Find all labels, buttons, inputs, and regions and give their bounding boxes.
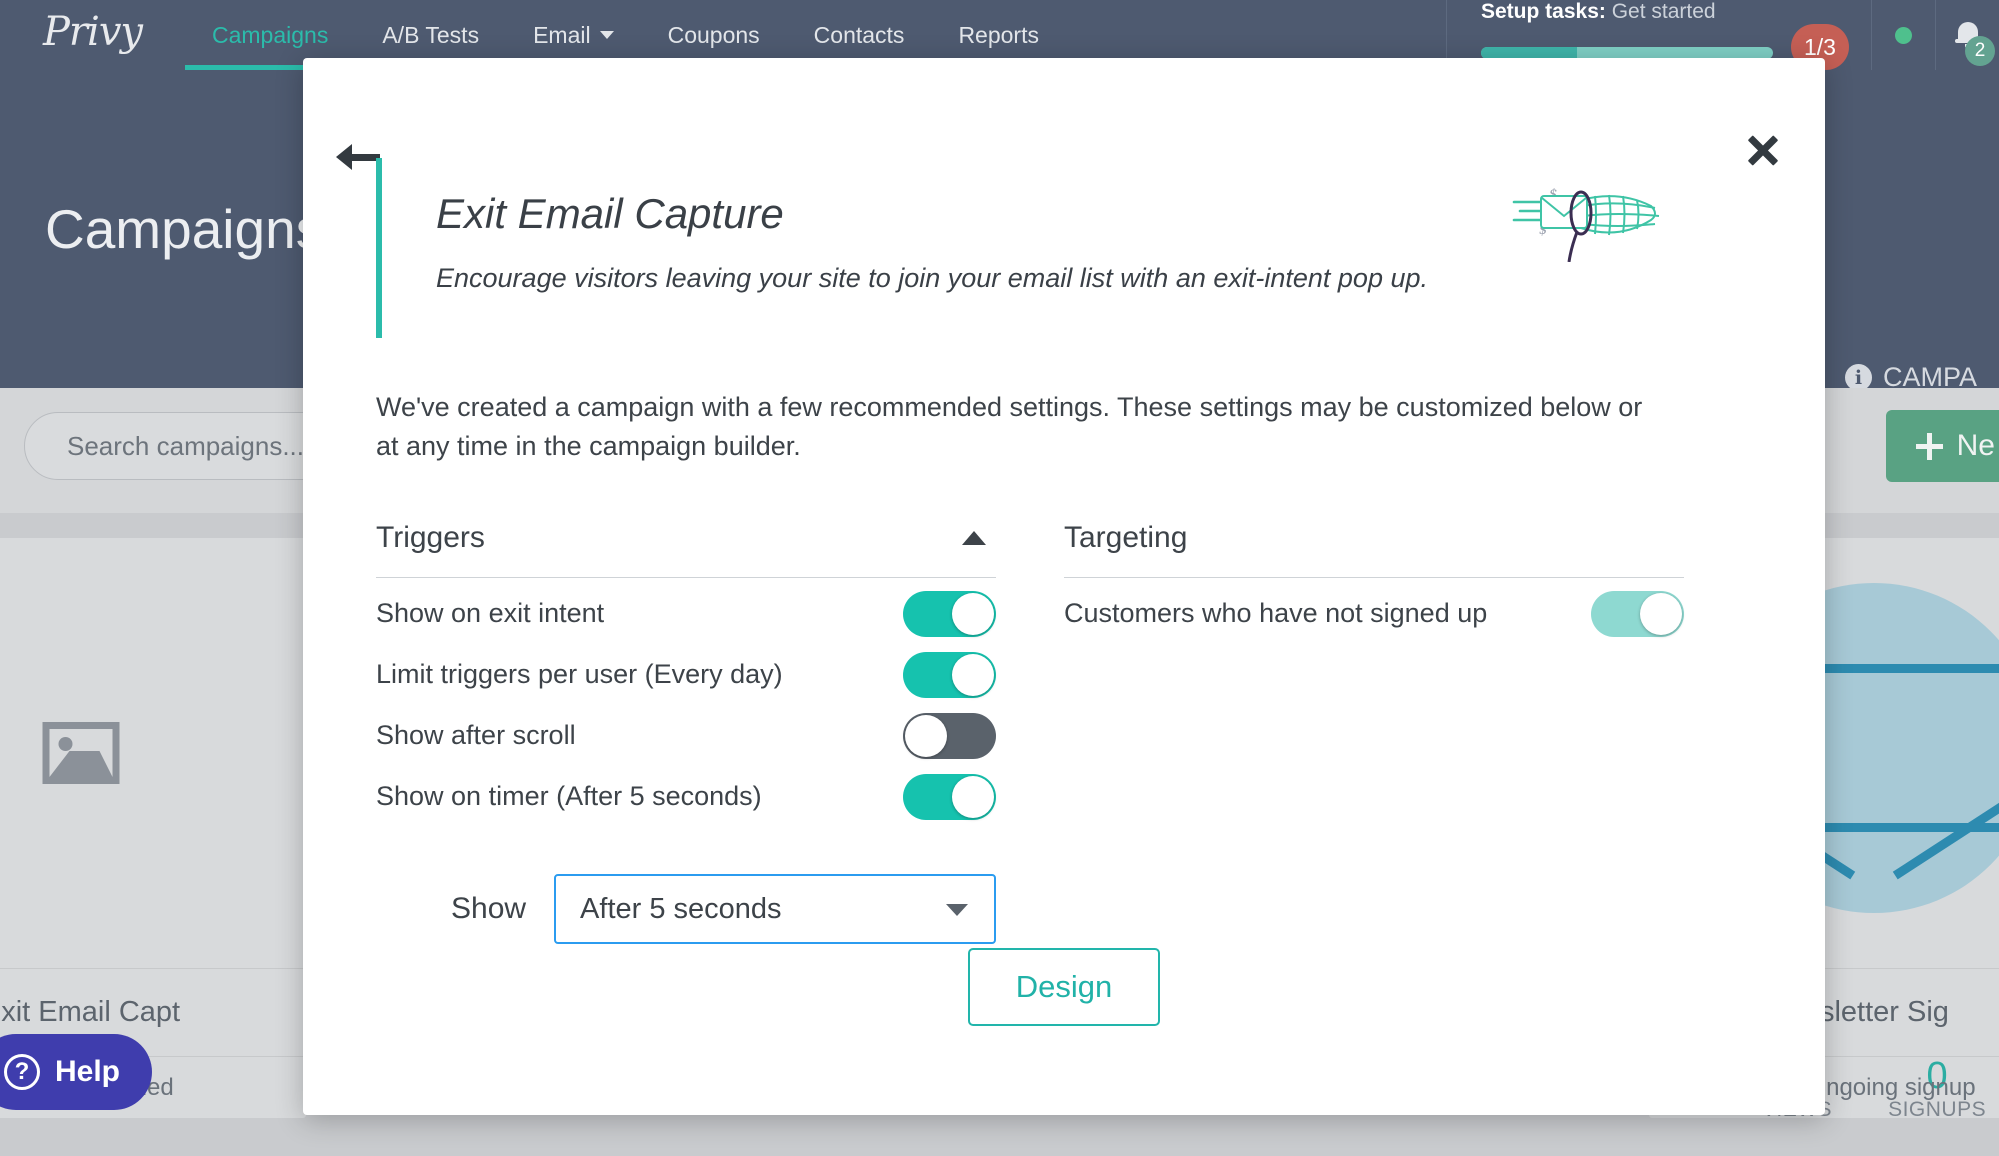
privy-logo[interactable]: Privy <box>0 0 185 70</box>
targeting-title: Targeting <box>1064 521 1188 555</box>
show-timer-select[interactable]: After 5 seconds <box>554 874 996 945</box>
notifications-button[interactable]: 2 <box>1936 0 1999 70</box>
show-field-label: Show <box>451 892 527 926</box>
trigger-toggle-limit[interactable] <box>903 651 996 698</box>
nav-label-ab-tests: A/B Tests <box>382 21 480 48</box>
new-campaign-label: Ne <box>1956 429 1995 462</box>
plus-icon <box>1915 432 1943 460</box>
nav-label-campaigns: Campaigns <box>212 21 329 48</box>
trigger-label-scroll: Show after scroll <box>376 720 576 751</box>
targeting-header: Targeting <box>1064 521 1684 579</box>
setup-tasks-subtitle: Get started <box>1611 0 1716 23</box>
trigger-row-timer: Show on timer (After 5 seconds) <box>376 771 996 822</box>
nav-label-coupons: Coupons <box>667 21 760 48</box>
settings-columns: Triggers Show on exit intent Limit trigg… <box>376 521 1765 945</box>
help-label: Help <box>55 1055 121 1088</box>
modal-body: We've created a campaign with a few reco… <box>376 388 1765 945</box>
design-button[interactable]: Design <box>968 948 1160 1026</box>
show-timer-select-value: After 5 seconds <box>580 892 782 925</box>
nav-label-reports: Reports <box>958 21 1039 48</box>
chevron-up-icon[interactable] <box>962 531 986 546</box>
image-placeholder-icon <box>42 722 120 784</box>
help-button[interactable]: ? Help <box>0 1034 153 1110</box>
campaign-card-name: Exit Email Capt <box>0 996 181 1028</box>
show-timer-field: Show After 5 seconds <box>451 874 996 945</box>
trigger-label-timer: Show on timer (After 5 seconds) <box>376 781 762 812</box>
nav-label-contacts: Contacts <box>813 21 905 48</box>
new-campaign-button[interactable]: Ne <box>1885 410 1999 482</box>
trigger-row-scroll: Show after scroll <box>376 710 996 761</box>
triggers-title: Triggers <box>376 521 485 555</box>
setup-tasks-text: Setup tasks: Get started <box>1481 0 1716 24</box>
hero-accent-bar <box>376 158 382 338</box>
setup-tasks-row: Setup tasks: Get started <box>1481 0 1849 24</box>
chevron-down-icon <box>599 31 614 39</box>
info-icon: i <box>1844 364 1872 391</box>
green-dot-icon <box>1895 26 1912 44</box>
trigger-label-limit: Limit triggers per user (Every day) <box>376 659 783 690</box>
trigger-toggle-exit-intent[interactable] <box>903 590 996 637</box>
triggers-header[interactable]: Triggers <box>376 521 996 579</box>
campaign-status-text-2: Ongoing signup <box>1807 1073 1976 1101</box>
targeting-column: Targeting Customers who have not signed … <box>1064 521 1684 944</box>
notification-count-badge: 2 <box>1965 36 1995 66</box>
trigger-row-exit-intent: Show on exit intent <box>376 588 996 639</box>
modal-hero: Exit Email Capture Encourage visitors le… <box>376 138 1765 338</box>
targeting-row-not-signed-up: Customers who have not signed up <box>1064 588 1684 639</box>
targeting-toggle-not-signed-up[interactable] <box>1591 590 1684 637</box>
campaign-setup-modal: Exit Email Capture Encourage visitors le… <box>303 58 1825 1115</box>
modal-subtitle: Encourage visitors leaving your site to … <box>436 263 1428 293</box>
targeting-label-not-signed-up: Customers who have not signed up <box>1064 598 1488 629</box>
status-indicator[interactable] <box>1872 0 1935 70</box>
page-title: Campaigns <box>45 198 324 260</box>
trigger-row-limit: Limit triggers per user (Every day) <box>376 649 996 700</box>
trigger-toggle-scroll[interactable] <box>903 712 996 759</box>
dropdown-arrow-icon <box>946 904 968 917</box>
campaign-card-thumbnail: draft <box>0 538 306 968</box>
question-mark-icon: ? <box>4 1054 40 1090</box>
triggers-column: Triggers Show on exit intent Limit trigg… <box>376 521 996 945</box>
trigger-label-exit-intent: Show on exit intent <box>376 598 605 629</box>
campaign-card-exit-email[interactable]: draft Exit Email Capt Not yet published <box>0 538 306 1118</box>
setup-tasks-title: Setup tasks: <box>1481 0 1606 23</box>
modal-body-copy: We've created a campaign with a few reco… <box>376 392 1643 462</box>
email-net-icon: $ $ <box>1512 187 1660 262</box>
nav-label-email: Email <box>533 21 591 48</box>
trigger-toggle-timer[interactable] <box>903 773 996 820</box>
